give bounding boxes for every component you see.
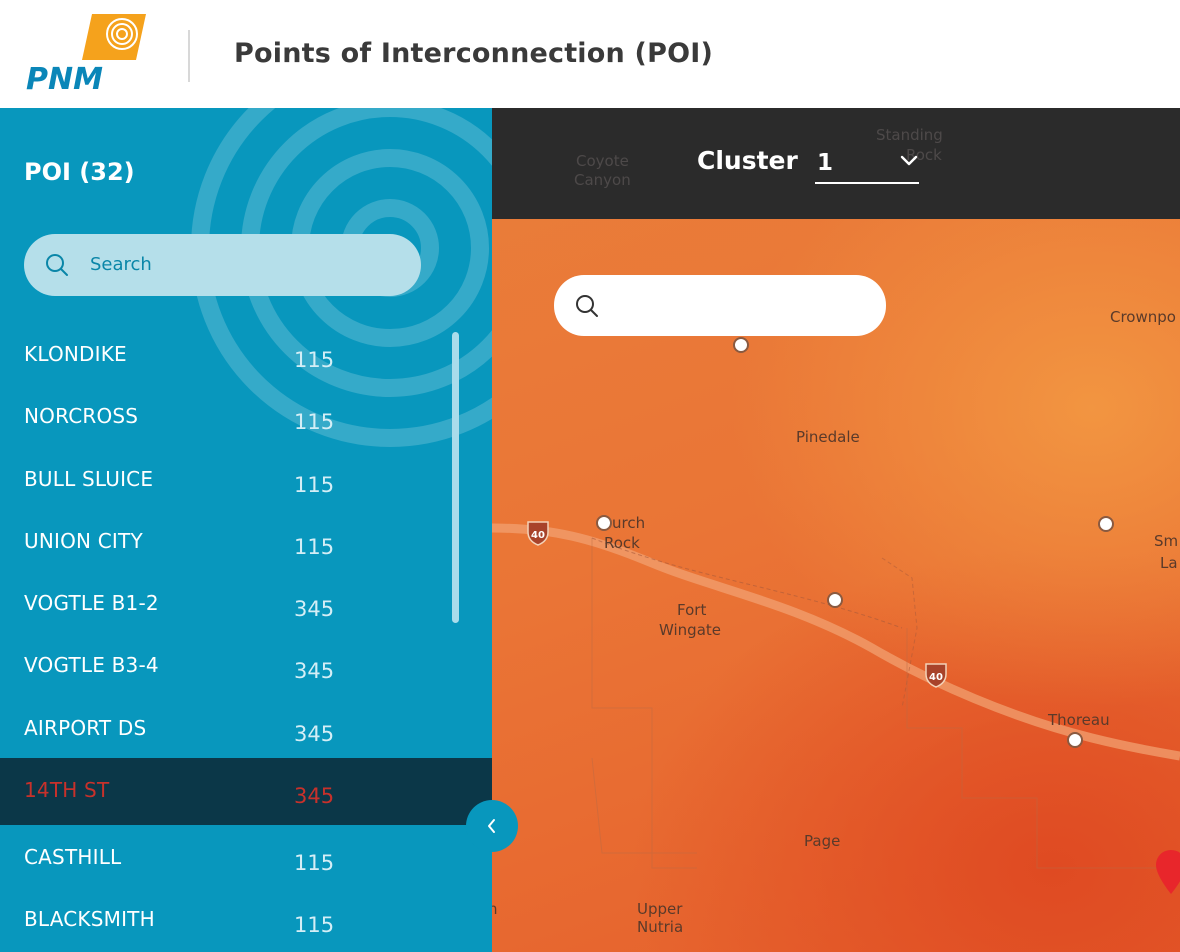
poi-list-item[interactable]: BULL SLUICE 115 [0,447,492,509]
map-label-sm: Sm [1154,532,1179,550]
poi-list-item[interactable]: KLONDIKE 115 [0,322,492,384]
poi-list-item-selected[interactable]: 14TH ST 345 [0,758,492,826]
poi-name: CASTHILL [24,845,122,870]
poi-name: 14TH ST [24,778,110,803]
map-label-la: La [1160,554,1178,572]
selected-poi-pin-icon[interactable] [1154,848,1180,898]
poi-list-item[interactable]: VOGTLE B1-2 345 [0,571,492,633]
header-divider [188,30,190,82]
poi-name: NORCROSS [24,404,139,429]
poi-map-marker[interactable] [1098,516,1114,532]
map-label-upper: Upper [637,900,683,918]
poi-sidebar: POI (32) Search KLONDIKE 115 NORCROSS 115 … [0,108,492,952]
cluster-selected-value: 1 [817,150,834,176]
pnm-logo[interactable]: PNM [26,14,148,92]
poi-search-field[interactable]: Search [24,234,421,296]
poi-voltage: 115 [294,534,335,559]
cluster-dropdown[interactable]: 1 [815,146,919,184]
poi-voltage: 115 [294,913,335,938]
poi-name: VOGTLE B1-2 [24,591,159,616]
interstate-shield-icon: 40 [527,521,549,546]
chevron-left-icon [488,819,495,833]
poi-name: AIRPORT DS [24,715,147,740]
poi-voltage: 115 [294,851,335,876]
logo-text: PNM [26,62,103,92]
search-icon [46,254,68,276]
chevron-down-icon [900,155,918,166]
poi-count-title: POI (32) [24,158,135,186]
interstate-number: 40 [929,672,943,683]
map-label-church-rock: Rock [604,534,640,552]
poi-list-item[interactable]: CASTHILL 115 [0,825,492,887]
interstate-shield-icon: 40 [925,663,947,688]
map-label-canyon: Canyon [574,171,631,189]
poi-name: KLONDIKE [24,342,127,366]
app-header: PNM Points of Interconnection (POI) [0,0,1180,108]
poi-voltage: 115 [294,348,335,372]
map-label-church: urch [612,514,646,532]
poi-map-marker[interactable] [827,592,843,608]
poi-list-scrollbar[interactable] [452,332,459,623]
map-label-wingate: Wingate [659,621,721,639]
map-label-standing: Standing [876,126,943,144]
map-label-nutria: Nutria [637,918,684,936]
poi-voltage: 115 [294,410,335,435]
map-label-pinedale: Pinedale [796,428,860,446]
poi-name: VOGTLE B3-4 [24,653,159,678]
cluster-label: Cluster [697,146,798,175]
poi-map-marker[interactable] [596,515,612,531]
map-label-fort: Fort [677,601,707,619]
search-placeholder: Search [90,254,152,275]
cluster-toolbar: Standing Rock Coyote Canyon Cluster 1 [492,108,1180,219]
poi-map-marker[interactable] [1067,732,1083,748]
map-label-edge: n [492,900,498,918]
poi-voltage: 345 [294,659,335,684]
collapse-sidebar-button[interactable] [466,800,518,852]
poi-name: BLACKSMITH [24,907,155,932]
poi-voltage: 345 [294,597,335,622]
page-title: Points of Interconnection (POI) [234,38,714,69]
map-label-coyote: Coyote [576,152,629,170]
poi-list-item[interactable]: NORCROSS 115 [0,384,492,446]
map-label-crownpoint: Crownpo [1110,308,1176,326]
map-label-page: Page [804,832,841,850]
search-icon [576,295,598,317]
map-search-input[interactable] [554,275,886,336]
poi-voltage: 345 [294,784,335,809]
poi-list-item[interactable]: VOGTLE B3-4 345 [0,633,492,695]
poi-list: KLONDIKE 115 NORCROSS 115 BULL SLUICE 115 U… [0,322,492,950]
map-view[interactable]: Standing Rock Coyote Canyon Cluster 1 Cr… [492,108,1180,952]
interstate-number: 40 [531,530,545,541]
poi-name: BULL SLUICE [24,466,154,491]
map-label-thoreau: Thoreau [1048,711,1110,729]
poi-map-marker[interactable] [733,337,749,353]
map-roads [492,523,1180,869]
poi-name: UNION CITY [24,528,143,553]
poi-list-item[interactable]: AIRPORT DS 345 [0,696,492,758]
poi-list-item[interactable]: UNION CITY 115 [0,509,492,571]
poi-voltage: 115 [294,472,335,497]
poi-voltage: 345 [294,721,335,746]
poi-list-item[interactable]: BLACKSMITH 115 [0,887,492,949]
